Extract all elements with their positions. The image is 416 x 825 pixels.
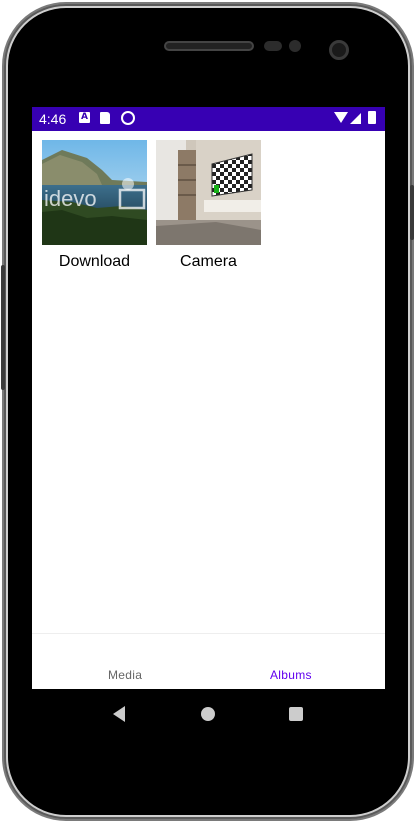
proximity-sensor xyxy=(264,41,282,51)
power-button xyxy=(410,185,414,240)
home-icon[interactable] xyxy=(201,707,215,721)
album-thumbnail-camera xyxy=(156,140,261,245)
sd-card-icon xyxy=(100,112,110,124)
sync-icon xyxy=(121,111,135,125)
front-camera-icon xyxy=(329,40,349,60)
battery-icon xyxy=(368,111,376,124)
svg-text:idevo: idevo xyxy=(44,186,97,211)
album-thumbnail-download: idevo xyxy=(42,140,147,245)
back-icon[interactable] xyxy=(113,706,125,722)
bottom-navigation: Media Albums xyxy=(32,633,385,690)
album-label: Download xyxy=(58,253,131,270)
light-sensor xyxy=(289,40,301,52)
album-item-camera[interactable]: Camera xyxy=(156,140,261,271)
tab-media[interactable]: Media xyxy=(108,668,142,682)
recents-icon[interactable] xyxy=(289,707,303,721)
device-screen: 4:46 A idevo Download Camera Media Album… xyxy=(32,107,385,737)
album-item-download[interactable]: idevo Download xyxy=(42,140,147,271)
album-label: Camera xyxy=(180,253,237,270)
earpiece-speaker xyxy=(164,41,254,51)
a-notification-icon: A xyxy=(79,112,90,123)
status-bar: 4:46 A xyxy=(32,107,385,131)
status-time: 4:46 xyxy=(39,111,67,127)
tab-albums[interactable]: Albums xyxy=(270,668,312,682)
wifi-icon xyxy=(334,112,348,123)
volume-button xyxy=(1,265,5,390)
system-navigation-bar xyxy=(32,689,385,737)
signal-icon xyxy=(350,113,361,124)
